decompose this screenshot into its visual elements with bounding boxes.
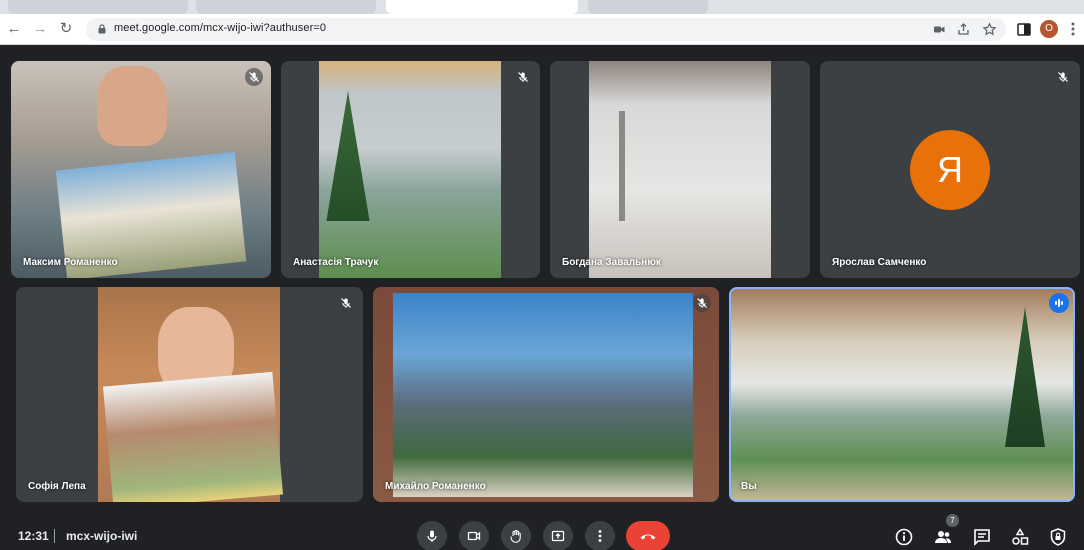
bookmark-star-icon[interactable] <box>982 22 997 37</box>
mic-off-icon <box>245 68 263 86</box>
mic-off-icon <box>693 294 711 312</box>
browser-tab-active[interactable] <box>386 0 578 14</box>
participant-avatar: Я <box>910 130 990 210</box>
browser-menu-icon[interactable] <box>1068 20 1078 38</box>
lock-icon <box>98 24 106 34</box>
chat-icon[interactable] <box>972 527 992 547</box>
browser-tab-strip <box>0 0 1084 14</box>
reload-icon[interactable]: ↻ <box>56 19 76 39</box>
hand-icon <box>510 530 521 543</box>
participant-tile[interactable]: Михайло Романенко <box>373 287 719 502</box>
participant-video <box>319 61 501 278</box>
profile-avatar[interactable]: O <box>1040 20 1058 38</box>
back-arrow-icon[interactable]: ← <box>4 19 24 39</box>
camera-button[interactable] <box>459 521 489 550</box>
participant-tile[interactable]: Я Ярослав Самченко <box>820 61 1080 278</box>
camera-in-use-icon[interactable] <box>932 22 947 37</box>
browser-tab[interactable] <box>8 0 188 14</box>
meet-stage: Максим Романенко Анастасія Трачук Богдан… <box>0 45 1084 550</box>
participant-name: Богдана Завальнюк <box>562 257 661 268</box>
raise-hand-button[interactable] <box>501 521 531 550</box>
divider <box>54 529 55 543</box>
participant-video <box>11 61 271 278</box>
present-screen-button[interactable] <box>543 521 573 550</box>
microphone-button[interactable] <box>417 521 447 550</box>
speaking-indicator-icon <box>1049 293 1069 313</box>
self-tile[interactable]: Вы <box>729 287 1075 502</box>
participant-tile[interactable]: Максим Романенко <box>11 61 271 278</box>
url-text: meet.google.com/mcx-wijo-iwi?authuser=0 <box>114 22 327 34</box>
browser-tab[interactable] <box>196 0 376 14</box>
participant-name: Михайло Романенко <box>385 481 486 492</box>
end-call-icon <box>640 534 656 540</box>
side-panel-icon[interactable] <box>1014 20 1034 40</box>
meeting-info-icon[interactable] <box>894 527 914 547</box>
meeting-code: mcx-wijo-iwi <box>66 529 138 543</box>
screen: ← → ↻ meet.google.com/mcx-wijo-iwi?authu… <box>0 0 1084 550</box>
participant-name: Максим Романенко <box>23 257 118 268</box>
more-options-button[interactable] <box>585 521 615 550</box>
forward-arrow-icon[interactable]: → <box>30 19 50 39</box>
camera-icon <box>467 531 481 541</box>
participant-video <box>373 287 719 502</box>
activities-icon[interactable] <box>1010 527 1030 547</box>
participant-tile[interactable]: Софія Лепа <box>16 287 363 502</box>
people-count-badge: 7 <box>946 514 959 527</box>
more-vert-icon <box>598 530 602 542</box>
self-video <box>729 287 1075 502</box>
host-controls-icon[interactable] <box>1048 527 1068 547</box>
mic-off-icon <box>514 68 532 86</box>
browser-tab[interactable] <box>588 0 708 14</box>
present-icon <box>551 530 565 542</box>
share-icon[interactable] <box>956 22 971 37</box>
participant-tile[interactable]: Анастасія Трачук <box>281 61 540 278</box>
mic-off-icon <box>1054 68 1072 86</box>
mic-off-icon <box>337 294 355 312</box>
leave-call-button[interactable] <box>626 521 670 550</box>
address-bar[interactable]: meet.google.com/mcx-wijo-iwi?authuser=0 <box>86 18 1006 41</box>
participant-video <box>589 61 771 278</box>
people-icon <box>935 531 951 543</box>
participant-tile[interactable]: Богдана Завальнюк <box>550 61 810 278</box>
participant-name: Вы <box>741 481 757 492</box>
microphone-icon <box>427 530 437 542</box>
participant-name: Софія Лепа <box>28 481 86 492</box>
participant-video <box>98 287 284 502</box>
participant-name: Ярослав Самченко <box>832 257 927 268</box>
current-time: 12:31 <box>18 529 49 543</box>
browser-toolbar: ← → ↻ meet.google.com/mcx-wijo-iwi?authu… <box>0 14 1084 45</box>
meet-bottom-bar: 12:31 mcx-wijo-iwi 7 <box>0 514 1084 550</box>
participant-name: Анастасія Трачук <box>293 257 379 268</box>
